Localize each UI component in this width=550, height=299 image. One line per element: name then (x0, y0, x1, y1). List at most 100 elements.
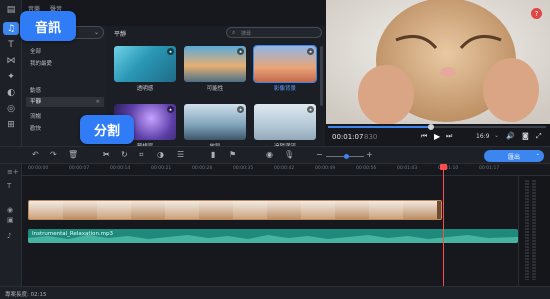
ruler-tick: 00:00:49 (315, 166, 336, 171)
clip-frame (301, 201, 335, 219)
video-track-lock-icon[interactable]: ▣ (7, 216, 14, 224)
track-label-2: 可能性 (206, 86, 224, 92)
clip-frame (63, 201, 97, 219)
ruler-tick: 00:00:00 (28, 166, 49, 171)
split-icon[interactable]: ✂ (103, 150, 110, 159)
track-thumb-1[interactable]: ★ (114, 46, 176, 82)
zoom-slider[interactable] (326, 154, 364, 159)
playhead-handle[interactable] (440, 164, 447, 170)
video-clip[interactable] (28, 200, 442, 220)
current-time: 00:01:07 (332, 133, 364, 141)
category-calm[interactable]: 平靜 ≑ (26, 97, 104, 107)
ruler-tick: 00:01:17 (479, 166, 500, 171)
more-tools-icon[interactable]: ⊞ (3, 118, 19, 131)
status-bar: 專案長度: 02:15 (0, 286, 550, 299)
microphone-icon[interactable]: 🎙 (284, 150, 294, 159)
clip-frame (165, 201, 199, 219)
tab-music[interactable]: 音樂 (28, 4, 40, 13)
video-track-eye-icon[interactable]: ◉ (7, 206, 13, 214)
next-frame-icon[interactable]: ⏭ (446, 132, 452, 141)
timeline-ruler[interactable]: 00:00:00 00:00:07 00:00:14 00:00:21 00:0… (22, 164, 550, 176)
category-smooth[interactable]: 流暢 (30, 112, 41, 120)
track-thumb-5[interactable]: ★ (184, 104, 246, 140)
fullscreen-icon[interactable]: ⤢ (536, 132, 542, 141)
favorite-icon[interactable]: ★ (237, 48, 244, 55)
category-favorites[interactable]: 我的最愛 (30, 59, 52, 67)
clip-properties-icon[interactable]: ☰ (177, 150, 184, 159)
music-grid-panel: 平靜 ⌕ 搜尋 ★ 透明感 ★ 可能性 ★ 影像背景 ★ 夢想家 ★ 放鬆 ★ … (106, 26, 325, 150)
undo-icon[interactable]: ↶ (32, 150, 39, 159)
aspect-ratio-select[interactable]: 16:9 (476, 133, 489, 140)
track-headers: ≡+ T ◉ ▣ ♪ (0, 164, 22, 286)
music-note-icon[interactable]: ♫ (3, 22, 19, 35)
search-input[interactable]: ⌕ 搜尋 (226, 27, 322, 38)
tab-sounds[interactable]: 聲音 (50, 4, 62, 13)
track-label-1: 透明感 (136, 86, 154, 92)
category-all[interactable]: 全部 (30, 47, 41, 55)
export-button[interactable]: 匯出 ⌄ (484, 150, 544, 162)
grid-scrollbar[interactable] (320, 46, 323, 106)
marker-icon[interactable]: ▮ (211, 150, 215, 159)
help-icon[interactable]: ? (531, 8, 542, 19)
filters-icon[interactable]: ◐ (3, 86, 19, 99)
clip-frame (233, 201, 267, 219)
meter-right (532, 180, 536, 280)
track-thumb-2[interactable]: ★ (184, 46, 246, 82)
import-icon[interactable]: ▤ (3, 3, 19, 16)
chevron-down-icon[interactable]: ⌄ (536, 151, 540, 157)
category-calm-label: 平靜 (30, 99, 42, 105)
clip-frame (199, 201, 233, 219)
track-thumb-3[interactable]: ★ (253, 45, 317, 83)
titles-icon[interactable]: T (3, 38, 19, 51)
delete-icon[interactable]: 🗑 (68, 150, 78, 159)
favorite-icon[interactable]: ★ (307, 106, 314, 113)
zoom-in-icon[interactable]: + (366, 150, 373, 159)
playhead[interactable] (440, 164, 447, 286)
category-cheerful[interactable]: 歡快 (30, 124, 41, 132)
flag-icon[interactable]: ⚑ (229, 150, 236, 159)
search-placeholder: 搜尋 (241, 31, 252, 37)
prev-frame-icon[interactable]: ⏮ (421, 132, 427, 141)
split-callout: 分割 (80, 115, 134, 144)
sort-icon[interactable]: ≑ (96, 97, 100, 107)
play-icon[interactable]: ▶ (434, 132, 440, 141)
rotate-icon[interactable]: ↻ (121, 150, 128, 159)
snapshot-icon[interactable]: ◙ (522, 132, 529, 140)
tool-rail: ▤ ♫ T ⋈ ✦ ◐ ◎ ⊞ (0, 0, 22, 146)
split-callout-label: 分割 (93, 124, 120, 139)
clip-frame (369, 201, 403, 219)
favorite-icon[interactable]: ★ (307, 48, 314, 55)
grid-title: 平靜 (114, 31, 127, 38)
zoom-slider-handle[interactable] (344, 154, 349, 159)
scrubber-handle[interactable] (428, 124, 435, 130)
audio-callout: 音訊 (20, 11, 76, 41)
clip-frame (403, 201, 437, 219)
current-time-frames: 830 (364, 133, 378, 141)
zoom-out-icon[interactable]: − (316, 150, 323, 159)
crop-icon[interactable]: ⌗ (139, 150, 144, 160)
meter-left (525, 180, 529, 280)
stickers-icon[interactable]: ◎ (3, 102, 19, 115)
text-track-icon[interactable]: T (7, 182, 11, 190)
volume-icon[interactable]: 🔊 (506, 132, 515, 140)
redo-icon[interactable]: ↷ (50, 150, 57, 159)
chevron-down-icon[interactable]: ⌄ (494, 132, 499, 139)
favorite-icon[interactable]: ★ (167, 48, 174, 55)
chevron-down-icon: ⌄ (93, 29, 99, 36)
track-thumb-6[interactable]: ★ (254, 104, 316, 140)
clip-frame (97, 201, 131, 219)
favorite-icon[interactable]: ★ (237, 106, 244, 113)
add-track-icon[interactable]: ≡+ (7, 168, 19, 176)
ruler-tick: 00:00:07 (69, 166, 90, 171)
ruler-tick: 00:00:35 (233, 166, 254, 171)
audio-track-icon[interactable]: ♪ (7, 232, 11, 240)
webcam-icon[interactable]: ◉ (266, 150, 273, 159)
effects-icon[interactable]: ✦ (3, 70, 19, 83)
audio-clip[interactable]: Instrumental_Relaxation.mp3 (28, 229, 518, 243)
preview-scrubber[interactable] (328, 124, 546, 130)
favorite-icon[interactable]: ★ (167, 106, 174, 113)
ruler-tick: 00:00:14 (110, 166, 131, 171)
category-dynamic[interactable]: 動感 (30, 86, 41, 94)
color-adjust-icon[interactable]: ◑ (157, 150, 164, 159)
transitions-icon[interactable]: ⋈ (3, 54, 19, 67)
